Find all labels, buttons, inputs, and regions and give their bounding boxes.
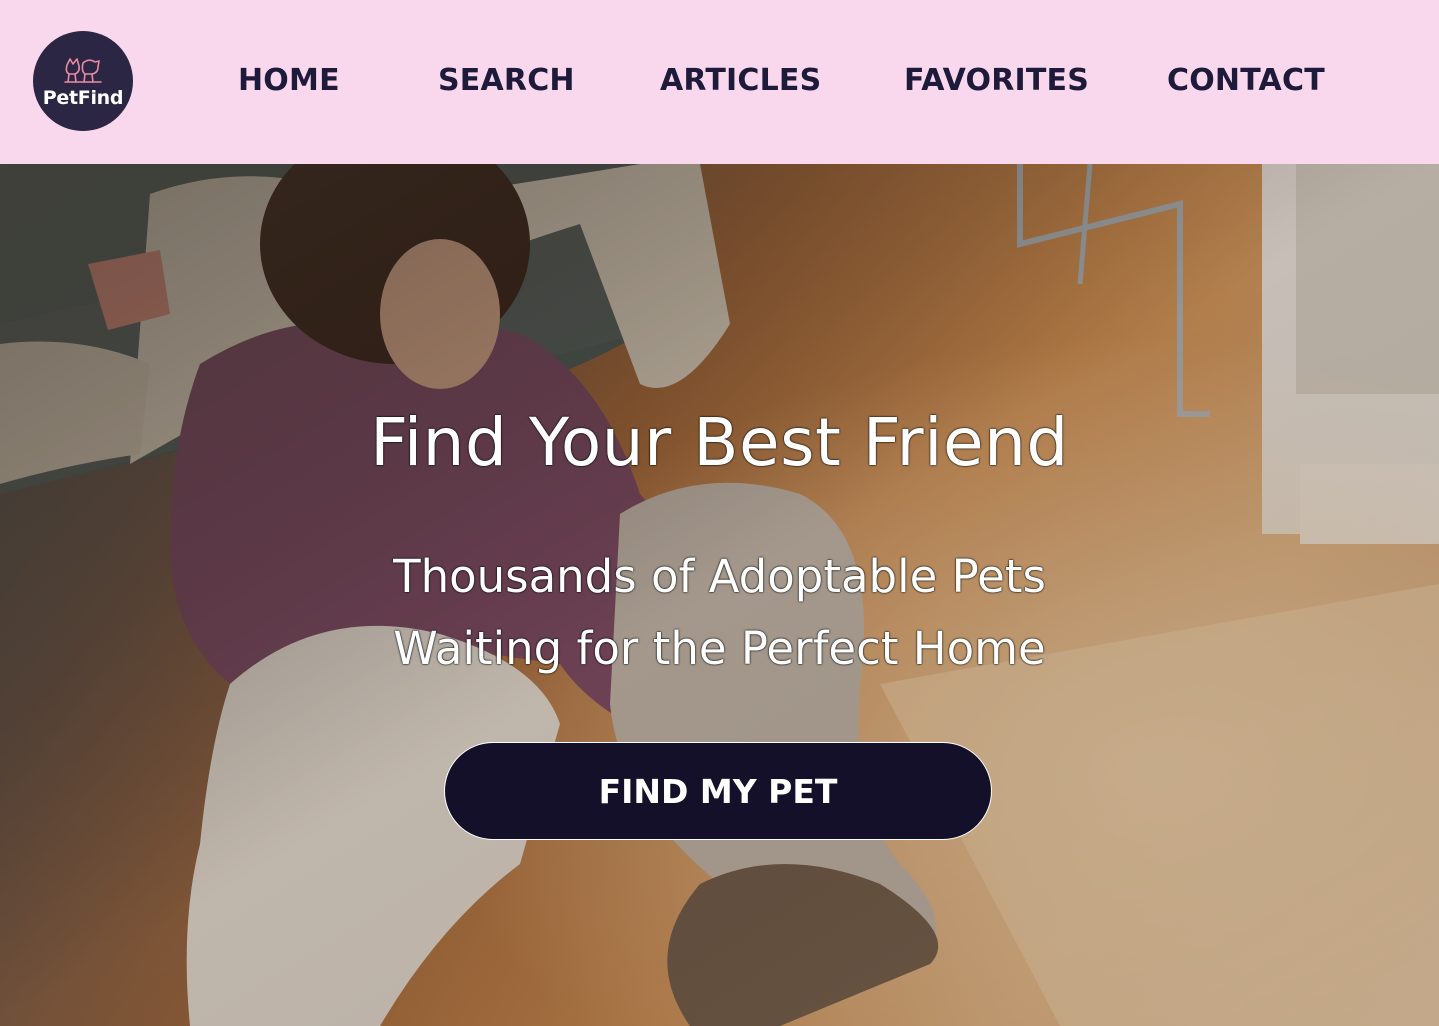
nav-favorites[interactable]: FAVORITES: [904, 56, 1089, 106]
nav-articles[interactable]: ARTICLES: [660, 56, 821, 106]
main-nav: HOME SEARCH ARTICLES FAVORITES CONTACT: [0, 56, 1439, 106]
hero-title: Find Your Best Friend: [370, 404, 1069, 481]
nav-search[interactable]: SEARCH: [438, 56, 575, 106]
nav-home[interactable]: HOME: [238, 56, 340, 106]
find-my-pet-button[interactable]: FIND MY PET: [444, 742, 992, 840]
hero-section: Find Your Best Friend Thousands of Adopt…: [0, 164, 1439, 1026]
hero-subtitle-line1: Thousands of Adoptable Pets: [393, 550, 1046, 603]
site-header: PetFind HOME SEARCH ARTICLES FAVORITES C…: [0, 0, 1439, 164]
nav-contact[interactable]: CONTACT: [1167, 56, 1325, 106]
hero-subtitle-line2: Waiting for the Perfect Home: [393, 622, 1046, 675]
